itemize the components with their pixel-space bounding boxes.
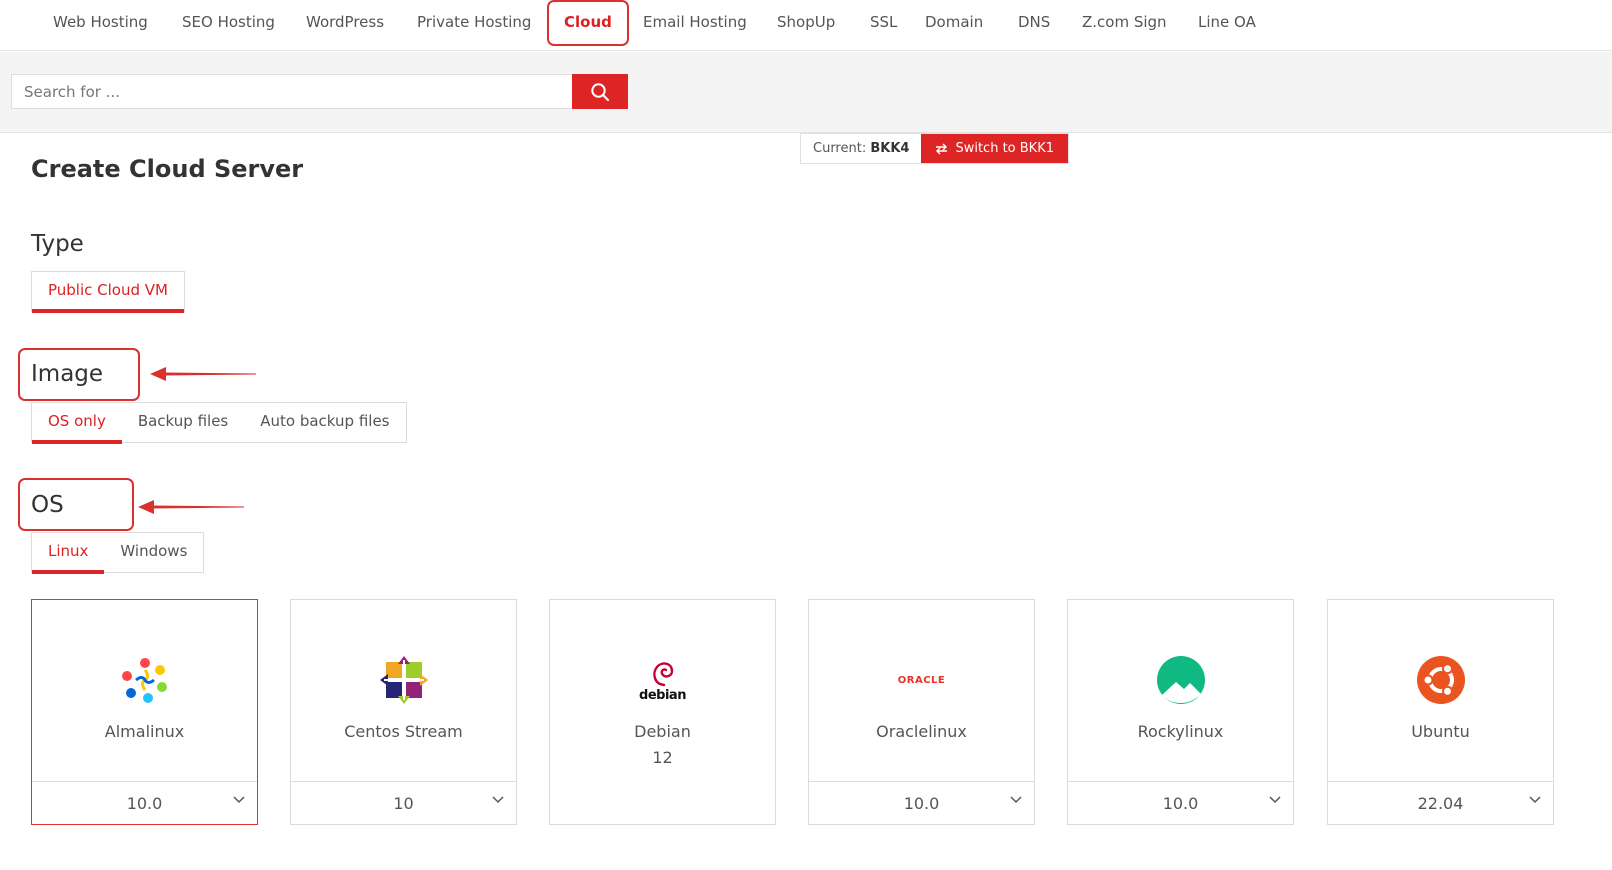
- tab-backup-files[interactable]: Backup files: [122, 403, 244, 442]
- nav-item-cloud[interactable]: Cloud: [547, 0, 629, 46]
- version-value: 10: [393, 793, 414, 813]
- os-tabs: Linux Windows: [31, 532, 205, 574]
- version-select[interactable]: 22.04: [1328, 781, 1553, 824]
- version-select[interactable]: 10.0: [809, 781, 1034, 824]
- chevron-down-icon: [1010, 796, 1022, 804]
- chevron-down-icon: [1269, 796, 1281, 804]
- os-card-name: Rockylinux: [1137, 722, 1224, 741]
- image-label: Image: [31, 361, 104, 387]
- tab-auto-backup-files[interactable]: Auto backup files: [244, 403, 405, 442]
- nav-item-web-hosting[interactable]: Web Hosting: [53, 0, 148, 46]
- tab-os-only[interactable]: OS only: [32, 403, 122, 444]
- nav-item-dns[interactable]: DNS: [1018, 0, 1050, 46]
- top-nav: Web Hosting SEO Hosting WordPress Privat…: [0, 0, 1612, 51]
- region-current-label: Current:: [813, 141, 867, 156]
- nav-item-seo-hosting[interactable]: SEO Hosting: [182, 0, 275, 46]
- region-switcher: Current: BKK4 Switch to BKK1: [800, 133, 1070, 164]
- switch-region-label: Switch to BKK1: [955, 141, 1055, 156]
- page-title: Create Cloud Server: [31, 155, 304, 183]
- version-value: 10.0: [903, 793, 940, 813]
- version-value: 12: [652, 748, 673, 767]
- nav-item-private-hosting[interactable]: Private Hosting: [417, 0, 531, 46]
- swap-arrows-icon: [936, 143, 948, 154]
- centos-logo-icon: [379, 656, 428, 704]
- os-card-ubuntu[interactable]: Ubuntu 22.04: [1327, 599, 1554, 825]
- tab-public-cloud-vm[interactable]: Public Cloud VM: [32, 272, 184, 313]
- search-input[interactable]: [11, 74, 573, 109]
- oracle-logo-icon: ORACLE: [897, 674, 946, 686]
- nav-item-wordpress[interactable]: WordPress: [306, 0, 384, 46]
- chevron-down-icon: [1529, 796, 1541, 804]
- version-select[interactable]: 10.0: [1068, 781, 1293, 824]
- type-tabs: Public Cloud VM: [31, 271, 185, 313]
- os-card-centos-stream[interactable]: Centos Stream 10: [290, 599, 517, 825]
- chevron-down-icon: [233, 796, 245, 804]
- os-card-name: Debian: [634, 722, 691, 741]
- debian-logo-text: debian: [639, 687, 686, 703]
- image-tabs: OS only Backup files Auto backup files: [31, 402, 407, 444]
- version-value: 10.0: [126, 793, 163, 813]
- os-label: OS: [31, 492, 64, 518]
- os-card-debian[interactable]: debian Debian 12: [549, 599, 776, 825]
- region-current-value: BKK4: [870, 141, 910, 156]
- search-button[interactable]: [572, 74, 628, 109]
- rockylinux-logo-icon: [1156, 656, 1205, 704]
- os-card-almalinux[interactable]: Almalinux 10.0: [31, 599, 258, 825]
- os-card-name: Centos Stream: [344, 722, 463, 741]
- almalinux-logo-icon: [121, 658, 167, 703]
- arrow-left-icon: [138, 500, 244, 514]
- version-value: 10.0: [1162, 793, 1199, 813]
- arrow-left-icon: [150, 367, 256, 381]
- ubuntu-logo-icon: [1416, 656, 1465, 704]
- search-bar: [0, 52, 1612, 133]
- os-card-name: Ubuntu: [1411, 722, 1470, 741]
- version-select[interactable]: 10.0: [32, 781, 257, 824]
- tab-linux[interactable]: Linux: [32, 533, 105, 574]
- nav-item-zcom-sign[interactable]: Z.com Sign: [1082, 0, 1167, 46]
- type-label: Type: [31, 231, 84, 257]
- os-card-oraclelinux[interactable]: ORACLE Oraclelinux 10.0: [808, 599, 1035, 825]
- switch-region-button[interactable]: Switch to BKK1: [921, 134, 1069, 163]
- nav-item-email-hosting[interactable]: Email Hosting: [643, 0, 747, 46]
- debian-logo-icon: [652, 661, 673, 686]
- region-current: Current: BKK4: [801, 134, 921, 163]
- version-select[interactable]: 10: [291, 781, 516, 824]
- nav-item-domain[interactable]: Domain: [925, 0, 983, 46]
- chevron-down-icon: [492, 796, 504, 804]
- tab-windows[interactable]: Windows: [104, 533, 203, 572]
- os-card-name: Almalinux: [104, 722, 185, 741]
- os-card-name: Oraclelinux: [876, 722, 967, 741]
- nav-item-ssl[interactable]: SSL: [870, 0, 897, 46]
- nav-item-shopup[interactable]: ShopUp: [777, 0, 835, 46]
- nav-item-line-oa[interactable]: Line OA: [1198, 0, 1256, 46]
- search-icon: [591, 82, 610, 101]
- os-card-rockylinux[interactable]: Rockylinux 10.0: [1067, 599, 1294, 825]
- version-value: 22.04: [1417, 793, 1464, 813]
